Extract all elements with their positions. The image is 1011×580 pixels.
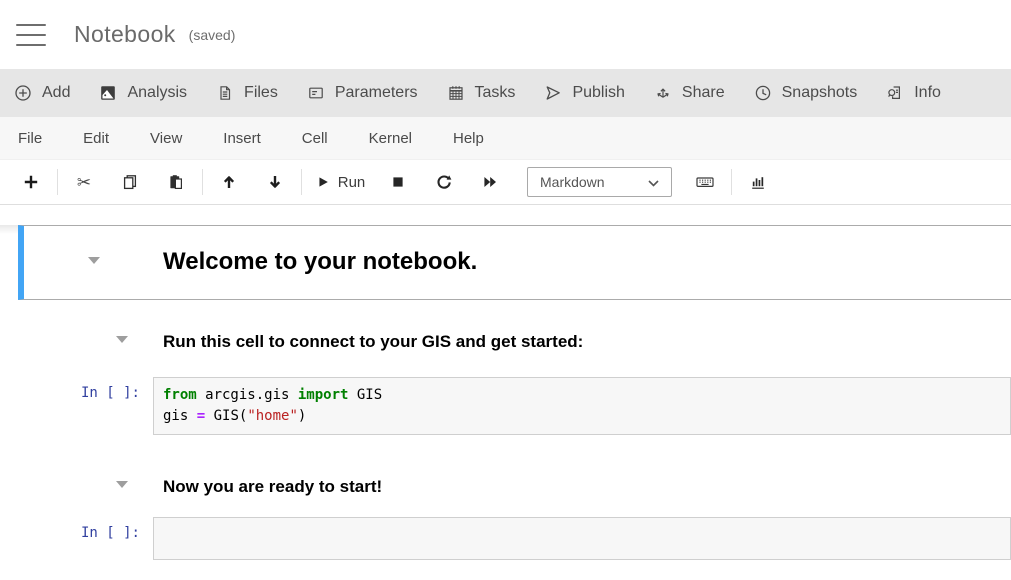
- markdown-cell-run-instructions[interactable]: Run this cell to connect to your GIS and…: [0, 332, 1011, 352]
- scissors-icon: ✂: [77, 174, 91, 191]
- arrow-up-icon: [220, 173, 238, 191]
- cell-type-select[interactable]: Markdown: [527, 167, 672, 197]
- input-prompt: In [ ]:: [0, 517, 153, 541]
- tasks-button[interactable]: Tasks: [447, 84, 516, 102]
- paste-icon: [167, 173, 185, 191]
- share-button[interactable]: Share: [654, 84, 725, 102]
- keyboard-icon: [695, 173, 715, 191]
- restart-run-all-button[interactable]: [467, 167, 513, 197]
- code-cell-gis-connect: In [ ]: from arcgis.gis import GIS gis =…: [0, 377, 1011, 435]
- add-circle-icon: [14, 84, 32, 102]
- bar-chart-icon: [749, 173, 767, 191]
- copy-icon: [121, 173, 139, 191]
- run-label: Run: [338, 174, 366, 191]
- toolbar-divider: [57, 169, 58, 195]
- hamburger-menu-icon[interactable]: [16, 24, 46, 46]
- code-line: from arcgis.gis import GIS: [163, 385, 1002, 406]
- paste-cell-button[interactable]: [153, 167, 199, 197]
- command-palette-button[interactable]: [682, 167, 728, 197]
- snapshots-button[interactable]: Snapshots: [754, 84, 858, 102]
- analysis-icon: [99, 84, 117, 102]
- publish-button[interactable]: Publish: [544, 84, 624, 102]
- notebook-menu-bar: File Edit View Insert Cell Kernel Help: [0, 117, 1011, 160]
- interrupt-kernel-button[interactable]: [375, 167, 421, 197]
- input-prompt: In [ ]:: [0, 377, 153, 401]
- parameters-button[interactable]: Parameters: [307, 84, 418, 102]
- collapse-triangle-icon[interactable]: [116, 481, 128, 488]
- chevron-down-icon: [648, 174, 659, 190]
- cell-toolbar: ✂ Run Markdown: [0, 160, 1011, 205]
- menu-insert[interactable]: Insert: [223, 130, 261, 147]
- collapse-triangle-icon[interactable]: [88, 257, 100, 264]
- files-icon: [216, 84, 234, 102]
- parameters-icon: [307, 84, 325, 102]
- code-editor-gis-connect[interactable]: from arcgis.gis import GIS gis = GIS("ho…: [153, 377, 1011, 435]
- heading-welcome: Welcome to your notebook.: [163, 248, 477, 276]
- toolbar-divider: [301, 169, 302, 195]
- save-status: (saved): [189, 27, 236, 43]
- arrow-down-icon: [266, 173, 284, 191]
- menu-file[interactable]: File: [18, 130, 42, 147]
- cell-type-value: Markdown: [540, 174, 605, 190]
- chart-toggle-button[interactable]: [735, 167, 781, 197]
- toolbar-divider: [202, 169, 203, 195]
- arcgis-toolbar: Add Analysis Files Parameters Tasks Publ…: [0, 69, 1011, 117]
- add-button[interactable]: Add: [14, 84, 70, 102]
- fast-forward-icon: [481, 173, 499, 191]
- menu-cell[interactable]: Cell: [302, 130, 328, 147]
- markdown-cell-welcome[interactable]: Welcome to your notebook.: [18, 225, 1011, 300]
- code-line: gis = GIS("home"): [163, 406, 1002, 427]
- info-button[interactable]: Info: [886, 84, 941, 102]
- refresh-icon: [435, 173, 453, 191]
- notebook-content: Welcome to your notebook. Run this cell …: [0, 225, 1011, 560]
- menu-view[interactable]: View: [150, 130, 182, 147]
- menu-edit[interactable]: Edit: [83, 130, 109, 147]
- run-cell-button[interactable]: Run: [305, 167, 375, 197]
- stop-icon: [389, 173, 407, 191]
- move-cell-down-button[interactable]: [252, 167, 298, 197]
- restart-kernel-button[interactable]: [421, 167, 467, 197]
- move-cell-up-button[interactable]: [206, 167, 252, 197]
- plus-icon: [22, 173, 40, 191]
- code-cell-empty: In [ ]:: [0, 517, 1011, 560]
- info-search-doc-icon: [886, 84, 904, 102]
- tasks-calendar-icon: [447, 84, 465, 102]
- markdown-cell-ready[interactable]: Now you are ready to start!: [0, 477, 1011, 497]
- files-button[interactable]: Files: [216, 84, 278, 102]
- cut-cell-button[interactable]: ✂: [61, 167, 107, 197]
- page-title: Notebook: [74, 21, 176, 48]
- play-icon: [315, 174, 331, 190]
- heading-ready: Now you are ready to start!: [163, 477, 1011, 497]
- analysis-button[interactable]: Analysis: [99, 84, 187, 102]
- add-cell-button[interactable]: [8, 167, 54, 197]
- menu-help[interactable]: Help: [453, 130, 484, 147]
- collapse-triangle-icon[interactable]: [116, 336, 128, 343]
- toolbar-divider: [731, 169, 732, 195]
- top-app-bar: Notebook (saved): [0, 0, 1011, 69]
- menu-kernel[interactable]: Kernel: [369, 130, 412, 147]
- publish-plane-icon: [544, 84, 562, 102]
- code-editor-empty[interactable]: [153, 517, 1011, 560]
- snapshots-clock-icon: [754, 84, 772, 102]
- copy-cell-button[interactable]: [107, 167, 153, 197]
- share-arrows-icon: [654, 84, 672, 102]
- heading-run-instructions: Run this cell to connect to your GIS and…: [163, 332, 1011, 352]
